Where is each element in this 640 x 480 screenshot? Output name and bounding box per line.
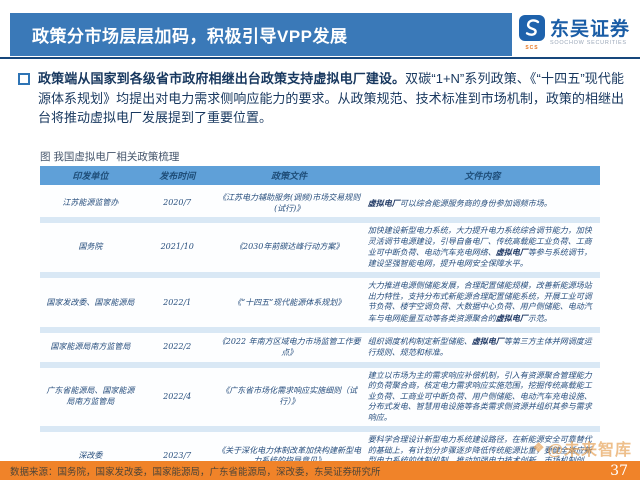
cell-release-date: 2022/2 — [141, 330, 214, 364]
cell-issuing-unit: 江苏能源监管办 — [40, 188, 141, 221]
table-row: 国家发改委、国家能源局 2022/1 《“十四五”现代能源体系规划》 大力推进电… — [40, 275, 600, 330]
footer-bar: 数据来源：国务院，国家发改委，国家能源局，广东省能源局，深改委，东吴证券研究所 … — [0, 461, 640, 480]
cell-issuing-unit: 国家发改委、国家能源局 — [40, 275, 141, 330]
logo-cn-name: 东吴证券 — [550, 20, 630, 39]
cell-issuing-unit: 广东省能源局、国家能源局南方监管局 — [40, 365, 141, 430]
cell-policy-doc: 《江苏电力辅助服务(调频)市场交易规则(试行)》 — [214, 188, 365, 221]
soochow-logo-icon — [519, 15, 545, 45]
brand-logo-mark: SCS — [519, 15, 545, 51]
cell-policy-doc: 《2030年前碳达峰行动方案》 — [214, 220, 365, 275]
cell-release-date: 2020/7 — [141, 188, 214, 221]
cell-release-date: 2021/10 — [141, 220, 214, 275]
report-page: 政策分市场层层加码，积极引导VPP发展 SCS 东吴证券 SOOCHOW SEC… — [0, 0, 640, 480]
col-header-content: 文件内容 — [365, 166, 600, 188]
col-header-doc: 政策文件 — [214, 166, 365, 188]
cell-policy-doc: 《广东省市场化需求响应实施细则（试行）》 — [214, 365, 365, 430]
col-header-date: 发布时间 — [141, 166, 214, 188]
table-header-row: 印发单位 发布时间 政策文件 文件内容 — [40, 166, 600, 188]
table-caption: 图 我国虚拟电厂相关政策梳理 — [40, 149, 179, 164]
policy-table-body: 江苏能源监管办 2020/7 《江苏电力辅助服务(调频)市场交易规则(试行)》 … — [40, 188, 600, 480]
header-divider — [0, 57, 640, 59]
cell-release-date: 2022/4 — [141, 365, 214, 430]
cell-policy-doc: 《“十四五”现代能源体系规划》 — [214, 275, 365, 330]
data-source-text: 数据来源：国务院，国家发改委，国家能源局，广东省能源局，深改委，东吴证券研究所 — [10, 464, 381, 478]
cell-issuing-unit: 国家能源局南方监管局 — [40, 330, 141, 364]
cell-doc-content: 加快建设新型电力系统，大力提升电力系统综合调节能力，加快灵活调节电源建设，引导自… — [365, 220, 600, 275]
policy-table: 印发单位 发布时间 政策文件 文件内容 江苏能源监管办 2020/7 《江苏电力… — [40, 166, 600, 480]
cell-policy-doc: 《2022 年南方区域电力市场监管工作要点》 — [214, 330, 365, 364]
cell-doc-content: 大力推进电源侧储能发展，合理配置储能规模，改善新能源场站出力特性，支持分布式新能… — [365, 275, 600, 330]
summary-paragraph: 政策端从国家到各级省市政府相继出台政策支持虚拟电厂建设。双碳“1+N”系列政策、… — [18, 69, 624, 128]
knot-icon: ❖ — [533, 440, 546, 456]
square-bullet-icon — [18, 73, 30, 85]
table-row: 广东省能源局、国家能源局南方监管局 2022/4 《广东省市场化需求响应实施细则… — [40, 365, 600, 430]
slide-title-bar: 政策分市场层层加码，积极引导VPP发展 — [10, 13, 512, 56]
logo-badge-text: SCS — [525, 46, 538, 51]
watermark-text: @未来智库 — [547, 436, 632, 460]
table-row: 江苏能源监管办 2020/7 《江苏电力辅助服务(调频)市场交易规则(试行)》 … — [40, 188, 600, 221]
policy-table-head: 印发单位 发布时间 政策文件 文件内容 — [40, 166, 600, 188]
logo-en-name: SOOCHOW SECURITIES — [550, 41, 630, 47]
col-header-unit: 印发单位 — [40, 166, 141, 188]
page-number: 37 — [610, 463, 628, 479]
cell-doc-content: 建立以市场为主的需求响应补偿机制，引入有资源聚合管理能力的负荷聚合商，核定电力需… — [365, 365, 600, 430]
page-title: 政策分市场层层加码，积极引导VPP发展 — [32, 22, 348, 47]
watermark: ❖ @未来智库 — [533, 436, 632, 460]
cell-release-date: 2022/1 — [141, 275, 214, 330]
cell-issuing-unit: 国务院 — [40, 220, 141, 275]
table-row: 国家能源局南方监管局 2022/2 《2022 年南方区域电力市场监管工作要点》… — [40, 330, 600, 364]
brand-logo-text: 东吴证券 SOOCHOW SECURITIES — [550, 20, 630, 47]
cell-doc-content: 组织调度机构制定新型储能、虚拟电厂等第三方主体并网调度运行规则、规范和标准。 — [365, 330, 600, 364]
cell-doc-content: 虚拟电厂可以综合能源服务商的身份参加调频市场。 — [365, 188, 600, 221]
summary-lead: 政策端从国家到各级省市政府相继出台政策支持虚拟电厂建设。 — [38, 71, 405, 86]
table-row: 国务院 2021/10 《2030年前碳达峰行动方案》 加快建设新型电力系统，大… — [40, 220, 600, 275]
brand-logo: SCS 东吴证券 SOOCHOW SECURITIES — [519, 15, 630, 51]
